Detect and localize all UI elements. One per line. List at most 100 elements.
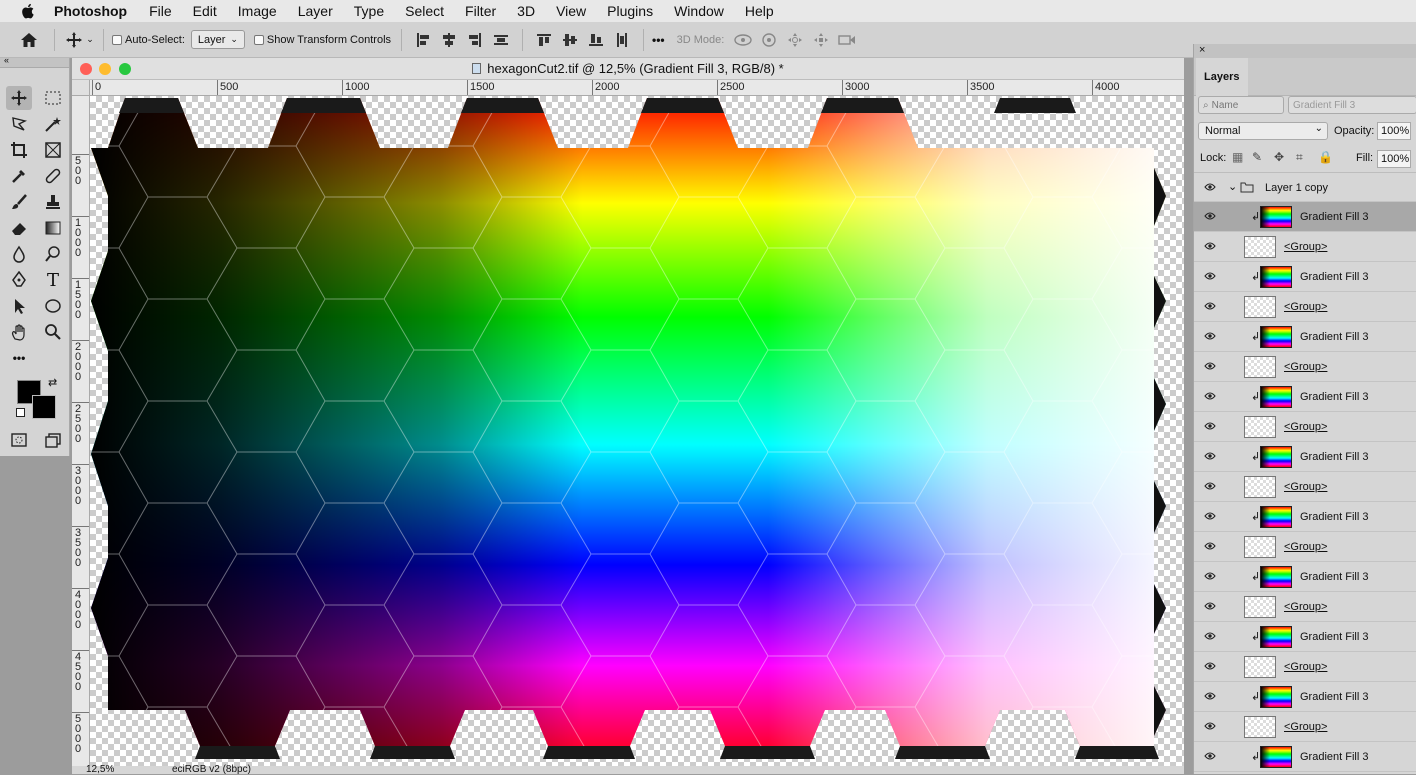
layer-name[interactable]: Gradient Fill 3 (1300, 631, 1368, 643)
blend-mode-dropdown[interactable]: Normal ⌄ (1198, 122, 1328, 140)
close-window-button[interactable] (80, 63, 92, 75)
tab-layers[interactable]: Layers (1196, 58, 1248, 96)
layer-name[interactable]: Gradient Fill 3 (1300, 391, 1368, 403)
layer-row-gradient[interactable]: ↲ Gradient Fill 3 (1194, 682, 1416, 712)
dodge-tool-icon[interactable] (40, 242, 66, 266)
eye-icon[interactable] (1204, 242, 1216, 250)
path-selection-icon[interactable] (6, 294, 32, 318)
ruler-corner[interactable] (72, 80, 90, 96)
eye-icon[interactable] (1204, 332, 1216, 340)
chevron-down-icon[interactable]: ⌄ (85, 29, 95, 51)
layer-name[interactable]: <Group> (1284, 361, 1327, 373)
eye-icon[interactable] (1204, 392, 1216, 400)
layer-row-group[interactable]: <Group> (1194, 412, 1416, 442)
move-tool-icon[interactable] (63, 29, 85, 51)
3d-roll-icon[interactable] (756, 29, 782, 51)
layer-row-gradient[interactable]: ↲ Gradient Fill 3 (1194, 442, 1416, 472)
3d-pan-icon[interactable] (782, 29, 808, 51)
align-right-icon[interactable] (462, 29, 488, 51)
eye-icon[interactable] (1204, 692, 1216, 700)
zoom-level[interactable]: 12,5% (86, 764, 114, 775)
crop-tool-icon[interactable] (6, 138, 32, 162)
layer-name[interactable]: <Group> (1284, 481, 1327, 493)
menu-image[interactable]: Image (238, 3, 277, 19)
move-tool-icon[interactable] (6, 86, 32, 110)
distribute-icon[interactable] (488, 29, 514, 51)
frame-tool-icon[interactable] (40, 138, 66, 162)
layer-name[interactable]: Gradient Fill 3 (1300, 211, 1368, 223)
menu-edit[interactable]: Edit (193, 3, 217, 19)
canvas[interactable] (90, 96, 1184, 766)
menu-layer[interactable]: Layer (298, 3, 333, 19)
layer-row-group[interactable]: <Group> (1194, 472, 1416, 502)
layer-name[interactable]: <Group> (1284, 721, 1327, 733)
lasso-tool-icon[interactable] (6, 112, 32, 136)
lock-position-icon[interactable]: ✥ (1274, 150, 1284, 164)
layer-name[interactable]: Gradient Fill 3 (1300, 511, 1368, 523)
blur-tool-icon[interactable] (6, 242, 32, 266)
menu-select[interactable]: Select (405, 3, 444, 19)
eye-icon[interactable] (1204, 422, 1216, 430)
auto-select-dropdown[interactable]: Layer ⌄ (190, 30, 245, 49)
eye-icon[interactable] (1204, 482, 1216, 490)
more-options-button[interactable]: ••• (652, 33, 665, 47)
menu-3d[interactable]: 3D (517, 3, 535, 19)
eye-icon[interactable] (1204, 212, 1216, 220)
brush-tool-icon[interactable] (6, 190, 32, 214)
layer-row-gradient[interactable]: ↲ Gradient Fill 3 (1194, 742, 1416, 772)
3d-orbit-icon[interactable] (730, 29, 756, 51)
layer-name[interactable]: <Group> (1284, 421, 1327, 433)
filter-kind-dropdown[interactable]: ⌕ Name (1198, 96, 1284, 114)
background-color-swatch[interactable] (32, 395, 56, 419)
layer-row-group[interactable]: <Group> (1194, 652, 1416, 682)
eye-icon[interactable] (1204, 272, 1216, 280)
lock-pixels-icon[interactable]: ✎ (1252, 150, 1262, 164)
menu-view[interactable]: View (556, 3, 586, 19)
eye-icon[interactable] (1204, 662, 1216, 670)
layer-row-group[interactable]: <Group> (1194, 592, 1416, 622)
color-profile[interactable]: eciRGB v2 (8bpc) (172, 764, 251, 775)
eye-icon[interactable] (1204, 632, 1216, 640)
eye-icon[interactable] (1204, 542, 1216, 550)
chevron-down-icon[interactable]: ⌄ (1228, 180, 1237, 193)
marquee-tool-icon[interactable] (40, 86, 66, 110)
layer-name[interactable]: Gradient Fill 3 (1300, 451, 1368, 463)
auto-select-checkbox[interactable] (112, 34, 122, 45)
close-icon[interactable]: × (1199, 44, 1205, 56)
layer-row-gradient[interactable]: ↲ Gradient Fill 3 (1194, 622, 1416, 652)
document-title-bar[interactable]: hexagonCut2.tif @ 12,5% (Gradient Fill 3… (72, 58, 1184, 80)
layer-name[interactable]: <Group> (1284, 301, 1327, 313)
layer-row-gradient[interactable]: ↲ Gradient Fill 3 (1194, 382, 1416, 412)
layer-row-gradient[interactable]: ↲ Gradient Fill 3 (1194, 322, 1416, 352)
lock-artboard-icon[interactable]: ⌗ (1296, 150, 1303, 165)
layer-row-group[interactable]: <Group> (1194, 352, 1416, 382)
layer-row-group[interactable]: <Group> (1194, 292, 1416, 322)
layer-name[interactable]: <Group> (1284, 661, 1327, 673)
eye-icon[interactable] (1204, 572, 1216, 580)
menu-filter[interactable]: Filter (465, 3, 496, 19)
eye-icon[interactable] (1204, 362, 1216, 370)
eraser-tool-icon[interactable] (6, 216, 32, 240)
layer-row-gradient[interactable]: ↲ Gradient Fill 3 (1194, 562, 1416, 592)
eye-icon[interactable] (1204, 183, 1216, 191)
screen-mode-icon[interactable] (40, 428, 66, 452)
fill-input[interactable]: 100% (1377, 150, 1411, 168)
3d-camera-icon[interactable] (834, 29, 860, 51)
menu-plugins[interactable]: Plugins (607, 3, 653, 19)
magic-wand-icon[interactable] (40, 112, 66, 136)
layer-name[interactable]: Gradient Fill 3 (1300, 271, 1368, 283)
layer-row-gradient[interactable]: ↲ Gradient Fill 3 (1194, 202, 1416, 232)
swap-colors-icon[interactable]: ⇄ (48, 376, 57, 389)
align-vcenter-icon[interactable] (557, 29, 583, 51)
eye-icon[interactable] (1204, 602, 1216, 610)
more-tools-icon[interactable]: ••• (6, 346, 32, 370)
align-hcenter-icon[interactable] (436, 29, 462, 51)
horizontal-ruler[interactable]: 0500100015002000250030003500400045005000… (90, 80, 1184, 96)
layer-name[interactable]: Gradient Fill 3 (1300, 691, 1368, 703)
menu-file[interactable]: File (149, 3, 172, 19)
menu-photoshop[interactable]: Photoshop (54, 3, 127, 19)
eye-icon[interactable] (1204, 752, 1216, 760)
stamp-tool-icon[interactable] (40, 190, 66, 214)
eye-icon[interactable] (1204, 512, 1216, 520)
layer-search-input[interactable]: Gradient Fill 3 (1288, 96, 1416, 114)
